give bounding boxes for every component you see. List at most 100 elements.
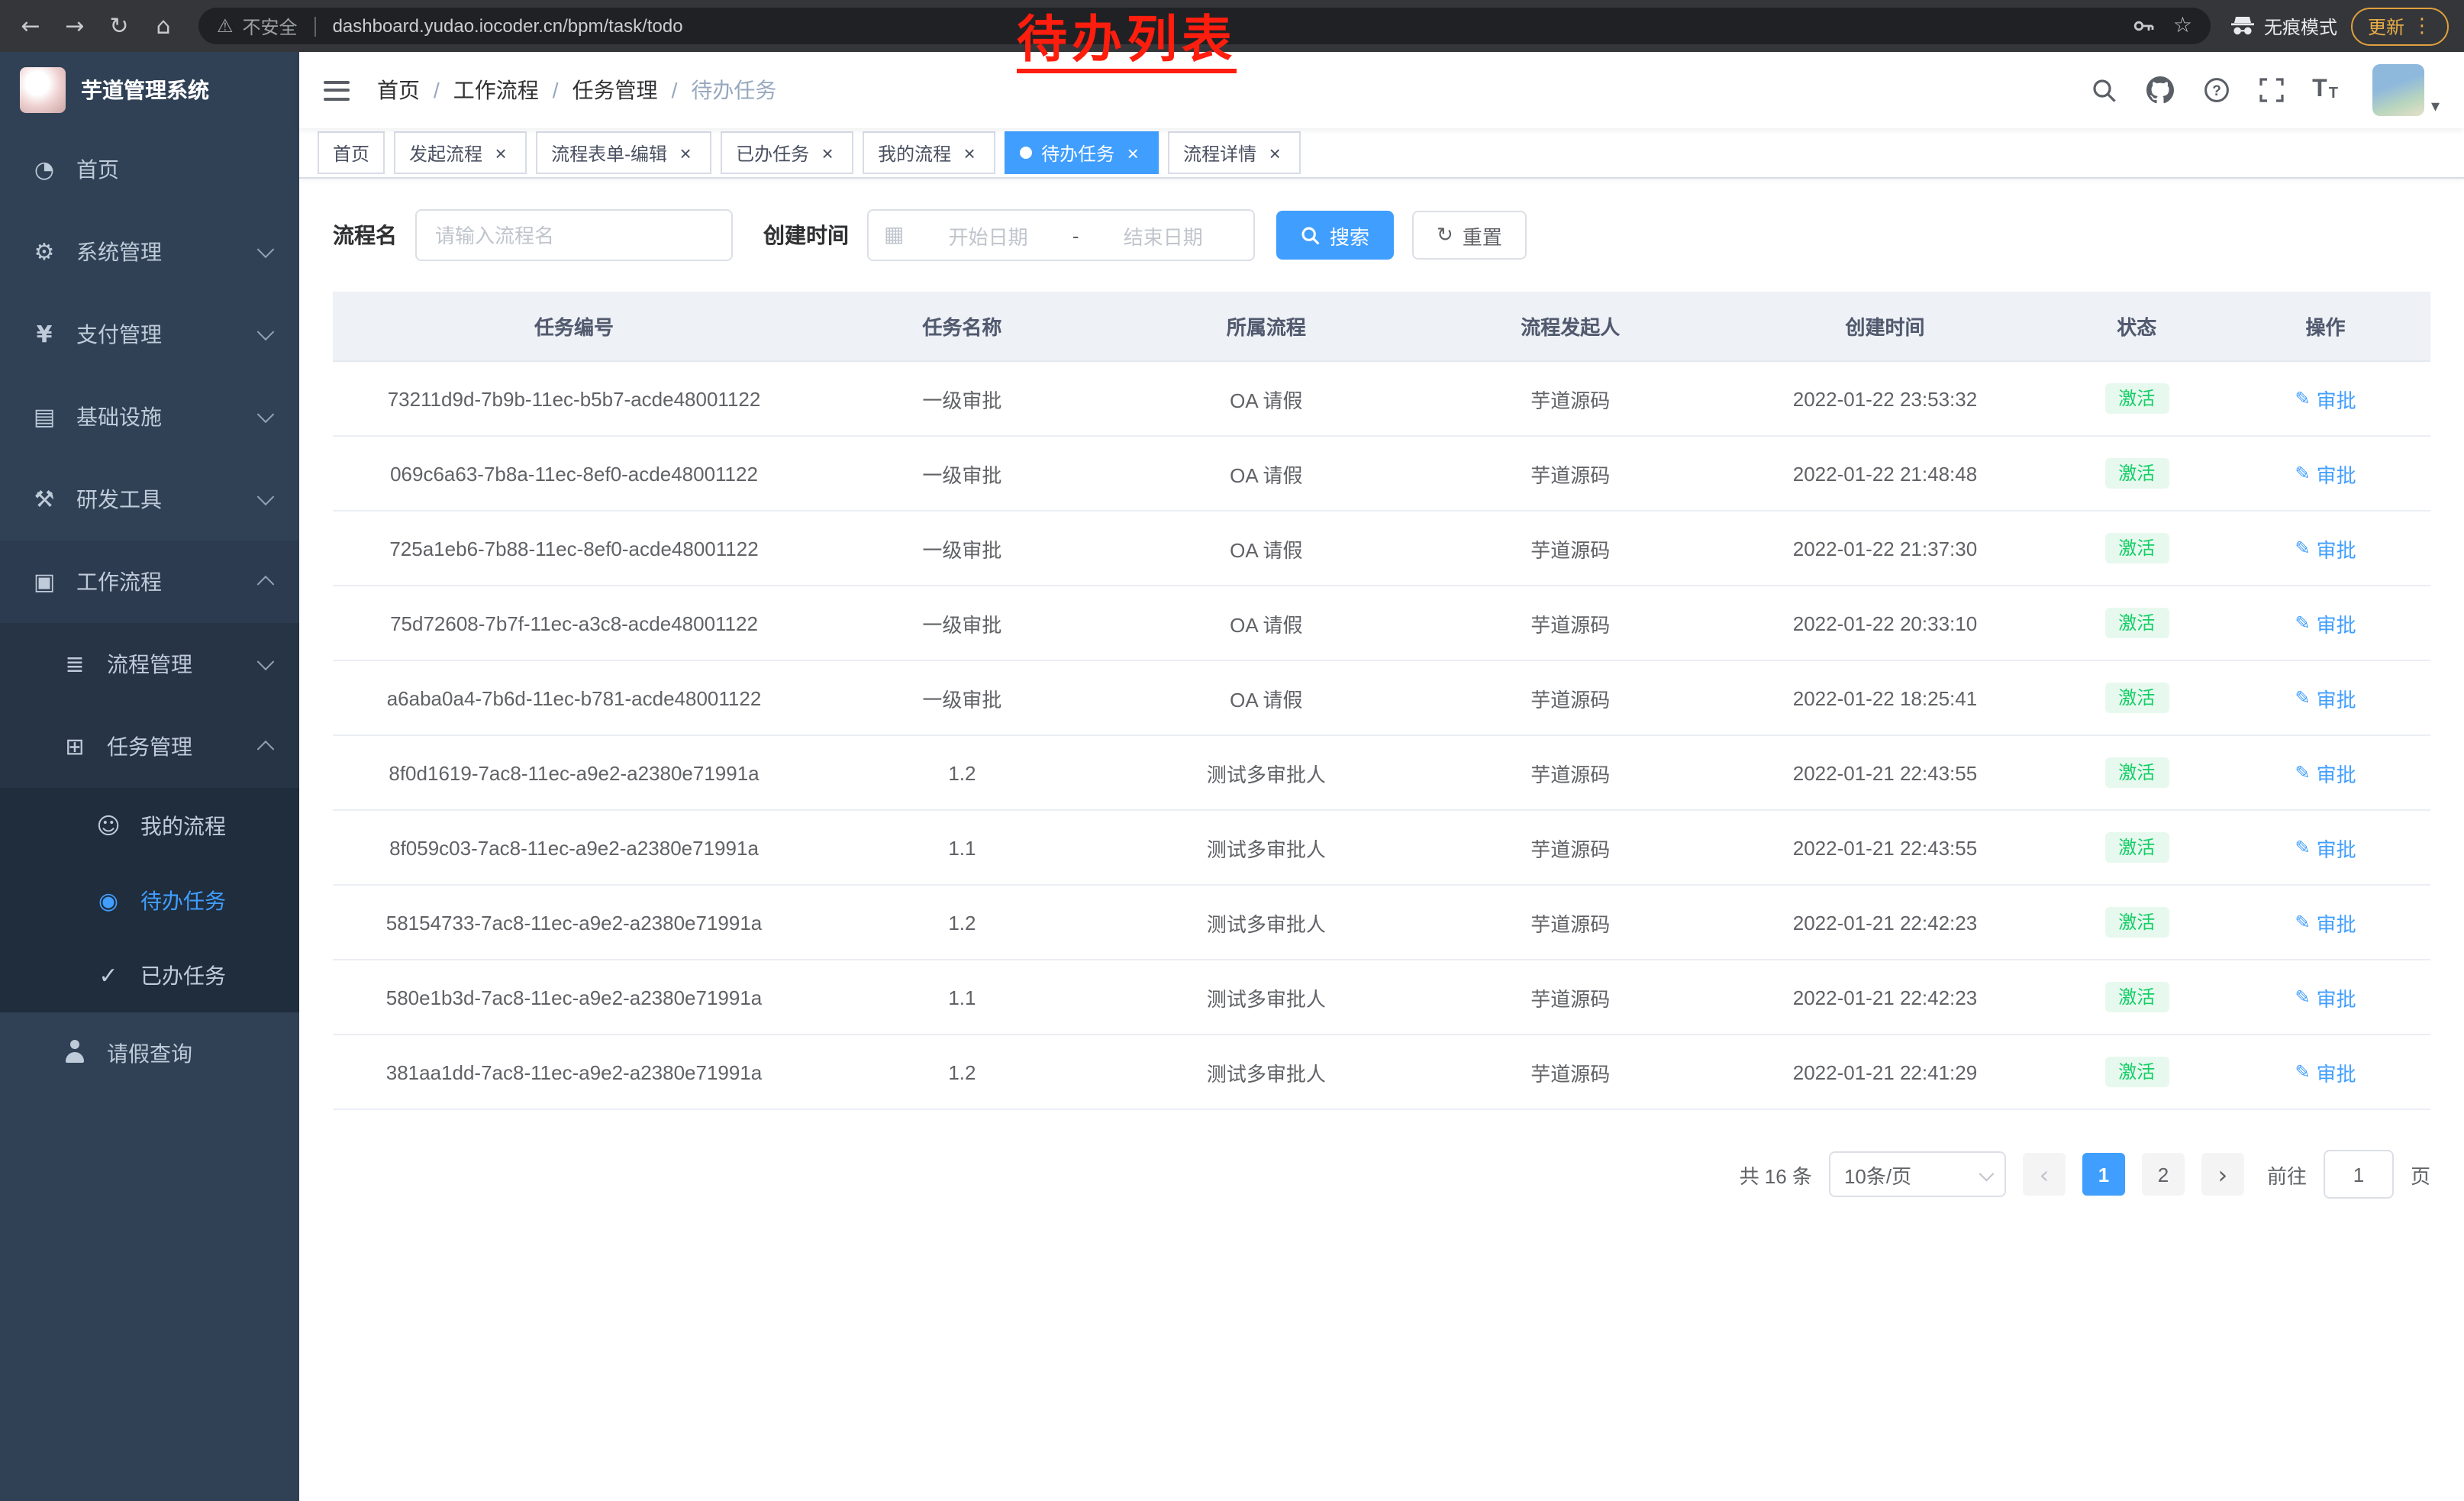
approve-link[interactable]: 审批 [2295,459,2356,488]
font-size-icon[interactable] [2312,78,2338,102]
sidebar-item-payment-management[interactable]: 支付管理 [0,293,299,376]
sidebar-item-dev-tools[interactable]: 研发工具 [0,458,299,541]
goto-page-input[interactable] [2324,1150,2394,1199]
cell-task-name: 一级审批 [815,511,1109,586]
reload-button[interactable] [104,11,134,41]
search-icon[interactable] [2091,77,2117,103]
back-button[interactable] [15,11,46,41]
chevron-down-icon [257,653,275,670]
sidebar-item-process-management[interactable]: 流程管理 [0,623,299,705]
tab-done-task[interactable]: 已办任务 [721,131,853,174]
tab-start-process[interactable]: 发起流程 [394,131,527,174]
user-menu[interactable] [2373,64,2440,116]
status-badge: 激活 [2104,533,2169,563]
page-button-1[interactable]: 1 [2082,1153,2125,1196]
prev-page-button[interactable] [2023,1153,2066,1196]
sidebar-item-home[interactable]: 首页 [0,128,299,211]
approve-link[interactable]: 审批 [2295,908,2356,937]
breadcrumb-separator [553,78,559,102]
column-header-status: 状态 [2053,292,2221,361]
sidebar-item-my-process[interactable]: 我的流程 [0,788,299,863]
sidebar-item-system-management[interactable]: 系统管理 [0,211,299,293]
tab-process-detail[interactable]: 流程详情 [1168,131,1301,174]
close-icon[interactable] [675,142,696,163]
sidebar-item-infrastructure[interactable]: 基础设施 [0,376,299,458]
close-icon[interactable] [490,142,511,163]
sidebar-item-label: 已办任务 [140,960,226,990]
app-logo[interactable]: 芋道管理系统 [0,52,299,128]
approve-link[interactable]: 审批 [2295,384,2356,413]
page-size-select[interactable]: 10条/页 [1829,1151,2006,1197]
cell-task-id: 58154733-7ac8-11ec-a9e2-a2380e71991a [333,885,815,960]
tab-process-form-edit[interactable]: 流程表单-编辑 [536,131,711,174]
tab-my-process[interactable]: 我的流程 [863,131,995,174]
fullscreen-icon[interactable] [2259,78,2283,102]
approve-link-label: 审批 [2317,758,2356,787]
sidebar-item-task-management[interactable]: 任务管理 [0,705,299,788]
sidebar-item-label: 首页 [76,154,119,185]
close-icon[interactable] [1122,142,1143,163]
sidebar-item-label: 支付管理 [76,319,162,350]
status-badge: 激活 [2104,608,2169,638]
cell-task-id: 381aa1dd-7ac8-11ec-a9e2-a2380e71991a [333,1035,815,1109]
sidebar-item-done-task[interactable]: 已办任务 [0,938,299,1012]
cell-task-id: 069c6a63-7b8a-11ec-8ef0-acde48001122 [333,436,815,511]
column-header-task-id: 任务编号 [333,292,815,361]
sidebar-item-leave-query[interactable]: 请假查询 [0,1012,299,1095]
breadcrumb-workflow[interactable]: 工作流程 [453,75,539,105]
start-date-placeholder: 开始日期 [913,221,1063,250]
approve-link[interactable]: 审批 [2295,534,2356,563]
avatar[interactable] [2373,64,2425,116]
approve-link[interactable]: 审批 [2295,833,2356,862]
browser-menu-icon[interactable] [2412,15,2432,37]
browser-update-button[interactable]: 更新 [2351,7,2449,45]
close-icon[interactable] [1264,142,1285,163]
process-name-input[interactable] [415,209,733,261]
breadcrumb-home[interactable]: 首页 [377,75,420,105]
password-key-icon[interactable] [2133,15,2155,37]
approve-link[interactable]: 审批 [2295,758,2356,787]
approve-link[interactable]: 审批 [2295,983,2356,1012]
cell-process: 测试多审批人 [1109,960,1424,1035]
goto-suffix-label: 页 [2411,1160,2430,1189]
sidebar-collapse-icon[interactable] [324,80,350,100]
breadcrumb-task-management[interactable]: 任务管理 [572,75,658,105]
approve-link-label: 审批 [2317,534,2356,563]
cell-starter: 芋道源码 [1424,361,1717,436]
omnibox-divider [314,16,316,36]
home-button[interactable] [148,11,179,41]
tab-todo-task[interactable]: 待办任务 [1005,131,1159,174]
forward-button[interactable] [60,11,90,41]
reset-button-label: 重置 [1463,221,1502,250]
approve-link[interactable]: 审批 [2295,1057,2356,1086]
close-icon[interactable] [959,142,980,163]
date-range-separator: - [1072,224,1079,247]
url-text: dashboard.yudao.iocoder.cn/bpm/task/todo [333,15,683,37]
sidebar-item-todo-task[interactable]: 待办任务 [0,863,299,938]
approve-link-label: 审批 [2317,833,2356,862]
sidebar-item-workflow[interactable]: 工作流程 [0,541,299,623]
help-icon[interactable]: ? [2202,76,2230,104]
search-button[interactable]: 搜索 [1276,211,1394,260]
navbar-actions: ? [2091,64,2440,116]
app-title: 芋道管理系统 [81,75,209,105]
approve-link[interactable]: 审批 [2295,683,2356,712]
sidebar-item-label: 流程管理 [107,649,192,679]
tab-home[interactable]: 首页 [318,131,385,174]
chevron-up-icon [257,741,275,758]
next-page-button[interactable] [2201,1153,2244,1196]
approve-link[interactable]: 审批 [2295,608,2356,638]
github-icon[interactable] [2146,76,2173,104]
reset-button[interactable]: 重置 [1412,211,1527,260]
page-button-2[interactable]: 2 [2142,1153,2185,1196]
date-range-picker[interactable]: 开始日期 - 结束日期 [867,209,1255,261]
cell-created: 2022-01-21 22:41:29 [1717,1035,2053,1109]
edit-icon [2295,612,2310,634]
update-label: 更新 [2368,13,2404,39]
chevron-down-icon [257,488,275,505]
cell-task-name: 1.2 [815,735,1109,810]
table-row: 725a1eb6-7b88-11ec-8ef0-acde48001122 一级审… [333,511,2430,586]
close-icon[interactable] [817,142,838,163]
calendar-icon [884,223,904,247]
bookmark-star-icon[interactable] [2173,14,2192,38]
